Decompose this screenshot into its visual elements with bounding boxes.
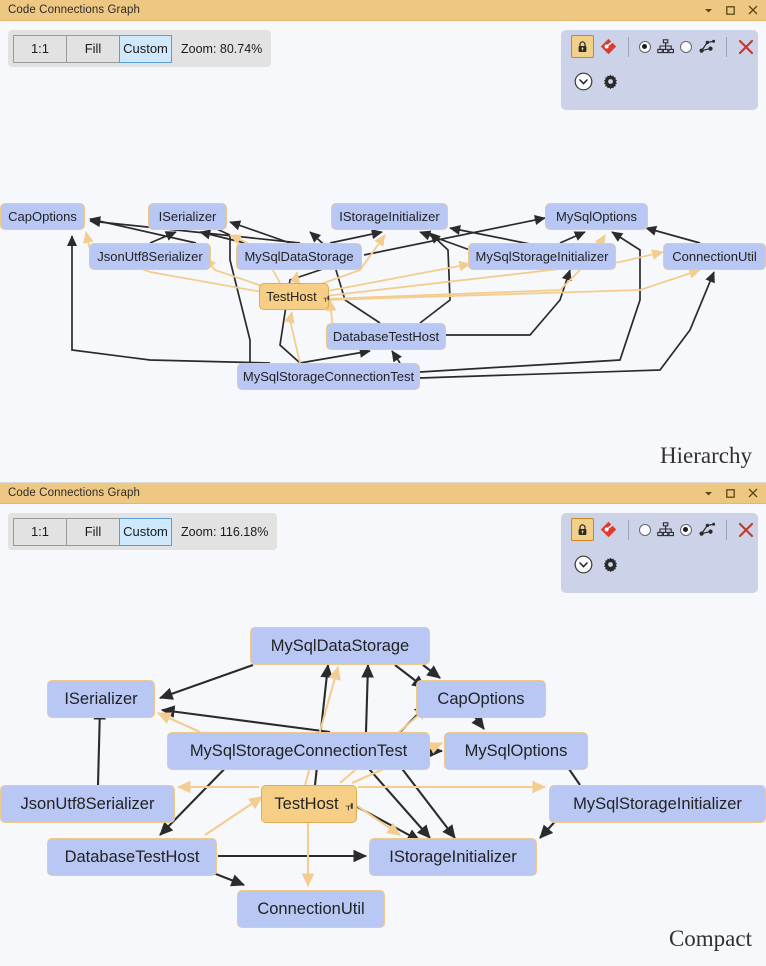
graph-node[interactable]: MySqlOptions [444, 732, 588, 770]
layout-caption: Hierarchy [660, 443, 752, 468]
graph-node[interactable]: MySqlOptions [545, 203, 648, 230]
node-label: MySqlDataStorage [270, 636, 410, 655]
layout-caption: Compact [668, 926, 752, 951]
node-label: ConnectionUtil [257, 899, 365, 918]
node-label: CapOptions [8, 209, 77, 224]
node-label: MySqlOptions [556, 209, 637, 224]
node-label: DatabaseTestHost [332, 329, 440, 344]
zoom-custom-button[interactable]: Custom [119, 34, 172, 63]
code-connections-panel-compact: Code Connections Graph MySqlDataStorage … [0, 483, 766, 966]
graph-node[interactable]: MySqlStorageInitializer [549, 785, 766, 823]
node-label: ConnectionUtil [672, 249, 757, 264]
radio-compact-layout[interactable] [680, 523, 693, 536]
chevron-down-circle-icon[interactable] [571, 70, 595, 94]
node-label: MySqlStorageInitializer [475, 249, 609, 264]
graph-node[interactable]: MySqlStorageConnectionTest [237, 363, 420, 390]
lock-icon[interactable] [571, 518, 594, 541]
git-diamond-icon[interactable] [597, 518, 621, 542]
zoom-1-1-button[interactable]: 1:1 [13, 34, 66, 63]
graph-node[interactable]: MySqlDataStorage [250, 627, 430, 665]
toolbar-divider-2 [726, 519, 728, 540]
zoom-fill-button[interactable]: Fill [66, 517, 119, 546]
graph-node[interactable]: IStorageInitializer [369, 838, 537, 876]
graph-node[interactable]: MySqlStorageConnectionTest [167, 732, 430, 770]
graph-node[interactable]: DatabaseTestHost [47, 838, 217, 876]
node-label: CapOptions [437, 689, 525, 708]
git-diamond-icon[interactable] [597, 35, 621, 59]
node-label: ISerializer [158, 209, 217, 224]
network-graph-icon[interactable] [695, 35, 719, 59]
node-label: JsonUtf8Serializer [97, 249, 203, 264]
toolbar-divider-2 [726, 36, 728, 57]
close-icon[interactable] [734, 35, 758, 59]
node-label: MySqlStorageInitializer [573, 794, 742, 813]
graph-toolbar [561, 30, 758, 110]
graph-node[interactable]: ISerializer [148, 203, 227, 230]
graph-node-pinned[interactable]: TestHost [261, 785, 357, 823]
close-icon[interactable] [734, 518, 758, 542]
zoom-toolbar: 1:1 Fill Custom Zoom: 116.18% [8, 513, 278, 550]
graph-node[interactable]: CapOptions [416, 680, 546, 718]
graph-node-pinned[interactable]: TestHost [259, 283, 329, 310]
hierarchy-tree-icon[interactable] [654, 35, 678, 59]
zoom-1-1-button[interactable]: 1:1 [13, 517, 66, 546]
node-label: MySqlOptions [464, 741, 568, 760]
node-label: MySqlStorageConnectionTest [189, 741, 408, 760]
toolbar-divider [627, 36, 629, 57]
graph-node[interactable]: ConnectionUtil [237, 890, 385, 928]
code-connections-panel-hierarchy: Code Connections Graph CapOptions ISeria… [0, 0, 766, 483]
graph-node[interactable]: ISerializer [47, 680, 155, 718]
gear-icon[interactable] [598, 70, 622, 94]
node-label: TestHost [274, 794, 339, 813]
node-label: MySqlStorageConnectionTest [242, 369, 415, 384]
graph-node[interactable]: JsonUtf8Serializer [89, 243, 211, 270]
zoom-custom-button[interactable]: Custom [119, 517, 172, 546]
radio-compact-layout[interactable] [680, 40, 693, 53]
graph-toolbar [561, 513, 758, 593]
hierarchy-tree-icon[interactable] [654, 518, 678, 542]
node-label: ISerializer [64, 689, 138, 708]
graph-node[interactable]: MySqlDataStorage [236, 243, 362, 270]
graph-node[interactable]: IStorageInitializer [331, 203, 448, 230]
node-label: IStorageInitializer [339, 209, 440, 224]
gear-icon[interactable] [598, 553, 622, 577]
graph-node[interactable]: DatabaseTestHost [326, 323, 446, 350]
graph-node[interactable]: ConnectionUtil [663, 243, 766, 270]
node-label: IStorageInitializer [389, 847, 517, 866]
chevron-down-circle-icon[interactable] [571, 553, 595, 577]
zoom-toolbar: 1:1 Fill Custom Zoom: 80.74% [8, 30, 272, 67]
zoom-level-label: Zoom: 116.18% [181, 524, 269, 539]
zoom-fill-button[interactable]: Fill [66, 34, 119, 63]
graph-node[interactable]: MySqlStorageInitializer [468, 243, 616, 270]
toolbar-divider [627, 519, 629, 540]
radio-hierarchy-layout[interactable] [638, 40, 651, 53]
zoom-level-label: Zoom: 80.74% [181, 41, 263, 56]
node-label: TestHost [266, 289, 317, 304]
node-label: MySqlDataStorage [244, 249, 354, 264]
network-graph-icon[interactable] [695, 518, 719, 542]
lock-icon[interactable] [571, 35, 594, 58]
graph-node[interactable]: JsonUtf8Serializer [0, 785, 175, 823]
node-label: JsonUtf8Serializer [20, 794, 155, 813]
radio-hierarchy-layout[interactable] [638, 523, 651, 536]
graph-node[interactable]: CapOptions [0, 203, 85, 230]
node-label: DatabaseTestHost [64, 847, 200, 866]
